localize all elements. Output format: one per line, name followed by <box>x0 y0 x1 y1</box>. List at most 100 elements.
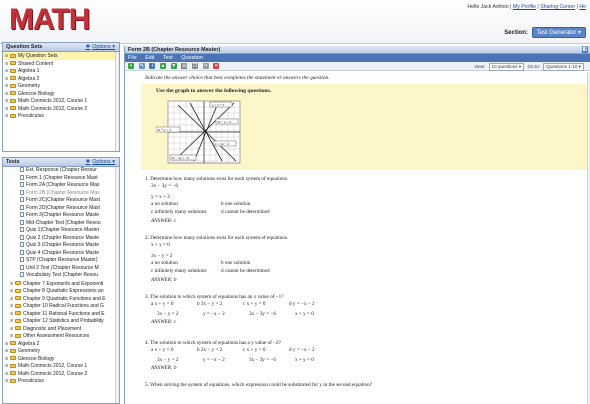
tree-item-label: Quiz 3 (Chapter Resource Maste <box>26 242 100 248</box>
copy-icon[interactable]: ❐ <box>192 63 199 69</box>
collapse-icon[interactable]: ◧ <box>582 46 588 53</box>
test-tree-item[interactable]: Quiz 3 (Chapter Resource Maste <box>3 242 119 250</box>
info-icon[interactable]: i <box>149 63 156 69</box>
tree-item-label: Unit 2 Test (Chapter Resource M <box>26 264 99 271</box>
question-set-item[interactable]: ⊞ Geometry <box>3 82 119 90</box>
test-content: Indicate the answer choice that best com… <box>125 72 590 404</box>
question-set-item[interactable]: ⊞ Math Connects 2012, Course 1 <box>3 97 119 105</box>
document-icon <box>20 272 24 278</box>
graph-label-4: 3x − 3y = −6 <box>171 156 189 160</box>
math-logo[interactable]: MATH <box>9 3 90 37</box>
test-tree-item[interactable]: ⊞ Chapter 10 Radical Functions and G <box>3 302 119 310</box>
document-icon <box>20 242 24 248</box>
test-tree-item[interactable]: ⊞ Chapter 11 Rational Functions and E <box>3 310 119 318</box>
print-icon[interactable]: ▤ <box>181 63 188 69</box>
test-tree-item[interactable]: ⊞ Algebra 2 <box>3 340 119 348</box>
menu-edit[interactable]: Edit <box>145 55 154 61</box>
tree-item-label: Precalculus <box>18 113 44 119</box>
question-set-item[interactable]: ⊞ Algebra 1 <box>3 67 119 75</box>
test-tree-item[interactable]: ⊞ Chapter 8 Quadratic Expressions an <box>3 287 119 295</box>
tree-item-label: Geometry <box>18 348 40 354</box>
graph-question-box[interactable]: Use the graph to answer the following qu… <box>141 84 587 170</box>
test-tree-item[interactable]: ⊞ Geometry <box>3 347 119 355</box>
test-tree-item[interactable]: ⊞ Precalculus <box>3 377 119 385</box>
test-tree-item[interactable]: Quiz 2 (Chapter Resource Maste <box>3 235 119 243</box>
test-tree-item[interactable]: ⊞ Chapter 9 Quadratic Functions and E <box>3 295 119 303</box>
question-set-item[interactable]: ⊞ My Question Sets <box>3 52 119 60</box>
test-tree-item[interactable]: ⊞ Chapter 12 Statistics and Probability <box>3 317 119 325</box>
document-icon <box>20 174 24 180</box>
question-4[interactable]: 4. The solution to which system of equat… <box>145 340 341 373</box>
question-sets-scrollbar[interactable] <box>115 52 119 151</box>
test-tree-item[interactable]: Form 2D(Chapter Resource Mast <box>3 205 119 213</box>
tree-item-label: Chapter 7 Exponents and Exponenti <box>23 280 104 287</box>
move-up-icon[interactable]: ▲ <box>160 63 167 69</box>
tree-item-label: Geometry <box>18 83 40 89</box>
test-tree-item[interactable]: Form 3(Chapter Resource Maste <box>3 212 119 220</box>
editor-menu-bar: File Edit Text Question <box>125 54 590 62</box>
test-tree-item[interactable]: Vocabulary Test (Chapter Resou <box>3 272 119 280</box>
folder-icon <box>10 378 16 383</box>
question-5[interactable]: 5. When solving the system of equations,… <box>145 382 372 389</box>
question-set-item[interactable]: ⊞ Algebra 2 <box>3 75 119 83</box>
test-tree-item[interactable]: ⊞ Glencoe Biology <box>3 355 119 363</box>
document-icon <box>20 257 24 263</box>
question-1[interactable]: 1. Determine how many solutions exist fo… <box>145 176 291 225</box>
test-tree-item[interactable]: Mid-Chapter Test (Chapter Resou <box>3 220 119 228</box>
editor-toolbar: + ✎ i ▲ ▼ ▤ ❐ ✂ ✕ View: 10 questions ▾ G… <box>125 62 590 71</box>
test-tree-item[interactable]: ⊞ Chapter 7 Exponents and Exponenti <box>3 280 119 288</box>
scissors-icon[interactable]: ✂ <box>202 63 209 69</box>
add-icon[interactable]: + <box>128 63 134 69</box>
test-tree-item[interactable]: Quiz 4 (Chapter Resource Maste <box>3 250 119 258</box>
test-tree-item[interactable]: Form 2A (Chapter Resource Mas <box>3 182 119 190</box>
question-set-item[interactable]: ⊞ Math Connects 2012, Course 2 <box>3 105 119 113</box>
test-tree-item[interactable]: Form 2C(Chapter Resource Mast <box>3 197 119 205</box>
question-set-item[interactable]: ⊞ Precalculus <box>3 112 119 120</box>
folder-icon <box>15 296 21 301</box>
tree-item-label: My Question Sets <box>18 53 58 59</box>
tree-item-label: Quiz 4 (Chapter Resource Maste <box>26 249 100 256</box>
test-tree-item[interactable]: Unit 2 Test (Chapter Resource M <box>3 265 119 273</box>
test-tree-item[interactable]: ⊞ Other Assessment Resources <box>3 332 119 340</box>
goto-select[interactable]: Questions 1-10 ▾ <box>543 63 584 71</box>
test-tree-item[interactable]: ⊞ Math Connects 2012, Course 2 <box>3 370 119 378</box>
test-tree-item[interactable]: ⊞ Diagnostic and Placement <box>3 325 119 333</box>
tree-item-label: Chapter 11 Rational Functions and E <box>23 310 105 317</box>
move-down-icon[interactable]: ▼ <box>170 63 177 69</box>
test-tree-item[interactable]: ⊞ Math Connects 2012, Course 1 <box>3 362 119 370</box>
menu-question[interactable]: Question <box>181 55 203 61</box>
tests-options[interactable]: ✱ Options ▾ <box>86 159 115 165</box>
sharing-center-link[interactable]: Sharing Center <box>540 4 575 10</box>
editor-title-bar: Form 2B (Chapter Resource Master) ◧ <box>125 46 590 54</box>
question-set-item[interactable]: ⊞ Shared Content <box>3 60 119 68</box>
edit-icon[interactable]: ✎ <box>138 63 145 69</box>
document-icon <box>20 227 24 233</box>
test-tree-item[interactable]: Quiz 1(Chapter Resource Master <box>3 227 119 235</box>
folder-icon <box>10 76 16 81</box>
menu-text[interactable]: Text <box>163 55 173 61</box>
my-profile-link[interactable]: My Profile <box>513 4 536 10</box>
tests-scrollbar[interactable] <box>115 167 119 403</box>
editor-title: Form 2B (Chapter Resource Master) <box>128 47 221 53</box>
tree-item-label: Form 3(Chapter Resource Maste <box>26 212 100 218</box>
question-2[interactable]: 2. Determine how many solutions exist fo… <box>145 235 291 284</box>
section-dropdown[interactable]: Test Generator ▾ <box>531 27 586 38</box>
question-set-item[interactable]: ⊞ Glencoe Biology <box>3 90 119 98</box>
folder-icon <box>15 303 21 308</box>
app-header: MATH Hello Jack Ashton | My Profile | Sh… <box>0 0 590 44</box>
menu-file[interactable]: File <box>128 55 137 61</box>
document-icon <box>20 212 24 218</box>
test-tree-item[interactable]: Ext. Response (Chapter Resour <box>3 167 119 175</box>
test-tree-item[interactable]: Form 1 (Chapter Resource Mast <box>3 175 119 183</box>
delete-icon[interactable]: ✕ <box>213 63 220 69</box>
question-3[interactable]: 3. The solution to which system of equat… <box>145 294 341 327</box>
document-icon <box>20 234 24 240</box>
help-link[interactable]: He <box>579 4 586 10</box>
test-tree-item[interactable]: STP (Chapter Resource Master) <box>3 257 119 265</box>
question-sets-options[interactable]: ✱ Options ▾ <box>86 44 115 50</box>
tree-item-label: Quiz 2 (Chapter Resource Maste <box>26 234 100 241</box>
folder-icon <box>15 281 21 286</box>
view-select[interactable]: 10 questions ▾ <box>488 63 525 71</box>
folder-icon <box>15 326 21 331</box>
test-tree-item[interactable]: Form 2B (Chapter Resource Mas <box>3 190 119 198</box>
